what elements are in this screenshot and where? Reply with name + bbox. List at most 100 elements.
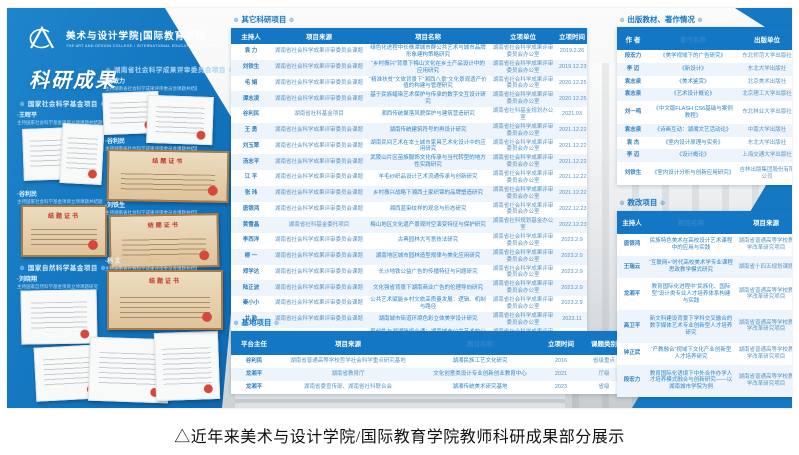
table-cell: 李 迈: [617, 63, 649, 76]
table-cell: 汤志平: [231, 154, 271, 170]
table-cell: 2023.2.9: [557, 233, 587, 249]
table-cell: 秦小小: [231, 296, 271, 312]
table-cell: 古典园林大写意技法研究: [367, 233, 489, 249]
table-cell: 袁 力: [231, 44, 271, 60]
table-row: 袁志泉《诗画互动：湖湘文艺活动论》中南大学出版社: [617, 124, 792, 137]
table-cell: 湖南省社会科学成果评审委员会课题: [271, 170, 367, 186]
researcher-entry: ·刘晓翔 主持国家自然科学基金项目立项课题研究: [17, 274, 98, 290]
column-header: 主持人: [617, 211, 647, 234]
header-row: 平台主任项目来源题目名称立项时间课题类别: [231, 331, 627, 355]
table-row: 张 玮湖南省社会科学成果评审委员会课题乡村振兴战略下湘西土家织锦的品牌塑造研究湖…: [231, 186, 587, 202]
table-cell: 2023.2.9: [557, 249, 587, 265]
table-cell: 湖南省社会科学成果评审委员会办公室: [489, 91, 557, 107]
column-header: 项目来源: [277, 331, 419, 355]
table-cell: 李 迈: [617, 149, 649, 162]
table-row: 郑学达湖南省社会科学成果评审委员会课题长沙地铁公益广告的传播特征与问题研究湖南省…: [231, 265, 587, 281]
table-cell: 《室内设计分析与创新应用研究》: [649, 162, 737, 185]
table-cell: 湖南省委宣传部、湖南省社科联合会: [277, 381, 419, 394]
table-cell: 龙湘平: [231, 381, 277, 394]
table-cell: 湖南省社会科学成果评审委员会课题: [271, 312, 367, 328]
table-cell: 北京理工大学出版社: [737, 88, 792, 101]
table-cell: 湖南省普通高等学校教学改革研究项目: [735, 365, 792, 397]
table-cell: 《美术鉴赏》: [649, 76, 737, 89]
base-projects-table: 平台主任项目来源题目名称立项时间课题类别谷利民湖南省普通高等学校哲学社会科学重点…: [231, 331, 627, 394]
table-row: 陆正波湖南省社会科学成果评审委员会课题文化强省背景下湖南商业广告的伦理导向研究湖…: [231, 280, 587, 296]
table-cell: 湖南城市街道环境色彩立体美学设计研究: [367, 312, 489, 328]
table-cell: 羊毛纱织品设计艺术流通传承与创新研究: [367, 170, 489, 186]
table-cell: 2023: [541, 381, 581, 394]
table-cell: 2021.12.22: [557, 139, 587, 155]
table-cell: 湖南省社会科学成果评审委员会办公室: [489, 76, 557, 92]
other-projects-table: 主持人项目来源项目名称立项单位立项时间袁 力湖南省社会科学成果评审委员会课题绿色…: [231, 28, 587, 343]
table-cell: 毛 娟: [231, 76, 271, 92]
column-header: 著作名称: [649, 27, 737, 50]
table-cell: 文化强省背景下湖南商业广告的伦理导向研究: [367, 280, 489, 296]
table-row: 袁志泉《艺术设计概论》北京理工大学出版社: [617, 88, 792, 101]
table-cell: 湖南省社会科学成果评审委员会办公室: [489, 296, 557, 312]
table-cell: 教育国际化语境下中外合作办学人才培养模式融合与创新研究——以湖南城市学院为例: [647, 365, 735, 397]
table-row: 柳 一湖南省社会科学成果评审委员会课题湖南地区城市园林造型规律与美化应用研究湖南…: [231, 249, 587, 265]
table-cell: 中南大学出版社: [737, 124, 792, 137]
table-row: 段宏力《美学视域下的广告研究》东北师范大学出版社: [617, 50, 792, 63]
completion-certificate-image: 结题证书: [21, 205, 107, 257]
table-cell: “乡村振兴”背景下梅山文化在乡土产品设计中的应用研究: [367, 60, 489, 76]
section-header-national-social-science: 国家社会科学基金项目: [17, 98, 109, 108]
header-row: 作 者著作名称出版单位: [617, 27, 792, 50]
publications-table: 作 者著作名称出版单位段宏力《美学视域下的广告研究》东北师范大学出版社李 迈《新…: [617, 27, 792, 185]
column-header: 作 者: [617, 27, 649, 50]
table-cell: 绿色化进程中长株潭城市群公共艺术与城市品牌形象建构策略研究: [367, 44, 489, 60]
table-cell: 湖南省普通高等学校哲学社会科学重点研究基地: [277, 355, 419, 368]
table-cell: 王瑞云: [617, 256, 647, 278]
table-cell: 湖南省社会科学成果评审委员会办公室: [489, 280, 557, 296]
table-cell: 东北林业大学出版社: [737, 101, 792, 124]
table-row: 王瑞云“互联网+”时代高校美术学专业课程思政教学模式研究湖南省十四五规划课题: [617, 256, 792, 278]
table-cell: 2016: [541, 355, 581, 368]
table-cell: 湖南省社会科学成果评审委员会办公室: [489, 312, 557, 328]
table-row: 刘一鸣《中文版FLASH CS6基础与案例教程》东北林业大学出版社: [617, 101, 792, 124]
table-cell: “产教融合”视域下文化产业创新型人才培养研究: [647, 343, 735, 365]
table-cell: 湖南省教育厅: [277, 368, 419, 381]
table-cell: 2022.12.23: [557, 217, 587, 233]
table-cell: 湖南省社会科学成果评审委员会课题: [271, 202, 367, 218]
table-row: 秦小小湖南省社会科学成果评审委员会课题公共艺术赋能乡村文旅高质量发展：逻辑、机制…: [231, 296, 587, 312]
table-row: 龙湘平教育国际化进程中“民族化、国际型”设计类专业人才培养体系构建与实践湖南省普…: [617, 278, 792, 310]
college-name-cn: 美术与设计学院|国际教育学院: [66, 28, 217, 42]
table-cell: 湖南省普通高等学校教学改革研究项目: [735, 343, 792, 365]
table-cell: 2021: [541, 368, 581, 381]
table-cell: 湖南省社科规划基金办公室: [489, 217, 557, 233]
column-header: 平台主任: [231, 331, 277, 355]
table-cell: 龙湘平: [231, 368, 277, 381]
certificate-title: 结题证书: [23, 211, 105, 220]
table-cell: 谷利民: [231, 355, 277, 368]
table-cell: 湖南省社会科学成果评审委员会课题: [271, 44, 367, 60]
table-cell: 湖南省社会科学成果评审委员会课题: [271, 91, 367, 107]
certificate-image: [21, 289, 98, 344]
table-cell: “精准扶贫”文旅背景下“湘西八景”文化景观遗产价值的构建与管理研究: [367, 76, 489, 92]
column-header: 立项时间: [541, 331, 581, 355]
table-cell: 湖南省社会科学成果评审委员会办公室: [489, 202, 557, 218]
table-cell: 段宏力: [617, 50, 649, 63]
table-cell: 《美学视域下的广告研究》: [649, 50, 737, 63]
table-cell: 湖南省社会科学成果评审委员会课题: [271, 265, 367, 281]
table-cell: 《艺术设计概论》: [649, 88, 737, 101]
table-cell: 湖南省社会科学成果评审委员会课题: [271, 280, 367, 296]
table-cell: 湖南省普通高等学校教学改革研究项目: [735, 310, 792, 342]
table-cell: 湖南省社会科学成果评审委员会课题: [271, 154, 367, 170]
table-cell: 袁志泉: [617, 76, 649, 89]
table-cell: 2021.03: [557, 107, 587, 123]
table-cell: 钟正武: [617, 343, 647, 365]
publications-title: 出版教材、著作情况: [617, 14, 705, 25]
table-row: 刘铁生湖南省社会科学成果评审委员会课题“乡村振兴”背景下梅山文化在乡土产品设计中…: [231, 60, 587, 76]
table-cell: 《中文版FLASH CS6基础与案例教程》: [649, 101, 737, 124]
table-cell: 2023.2.9: [557, 265, 587, 281]
table-cell: 湖南省社会科学成果评审委员会课题: [271, 233, 367, 249]
college-logo: 美术与设计学院|国际教育学院 THE ART AND DESIGN COLLEG…: [25, 24, 217, 52]
table-cell: 梅山地区文化遗产景观时空演变特征与保护研究: [367, 217, 489, 233]
table-cell: 湖南省十四五规划课题: [735, 256, 792, 278]
column-header: 项目名称: [367, 28, 489, 44]
table-row: 唐银鸿民族特色美术在高校设计艺术课程中的应用与实践湖南省普通高等学校教学改革研究…: [617, 234, 792, 256]
table-cell: 袁志泉: [617, 124, 649, 137]
table-cell: 谷利民: [231, 107, 271, 123]
table-cell: 武陵山片区苗族服饰文化传承与当代转型的地方性实践研究: [367, 154, 489, 170]
table-cell: 龙湘平: [617, 278, 647, 310]
